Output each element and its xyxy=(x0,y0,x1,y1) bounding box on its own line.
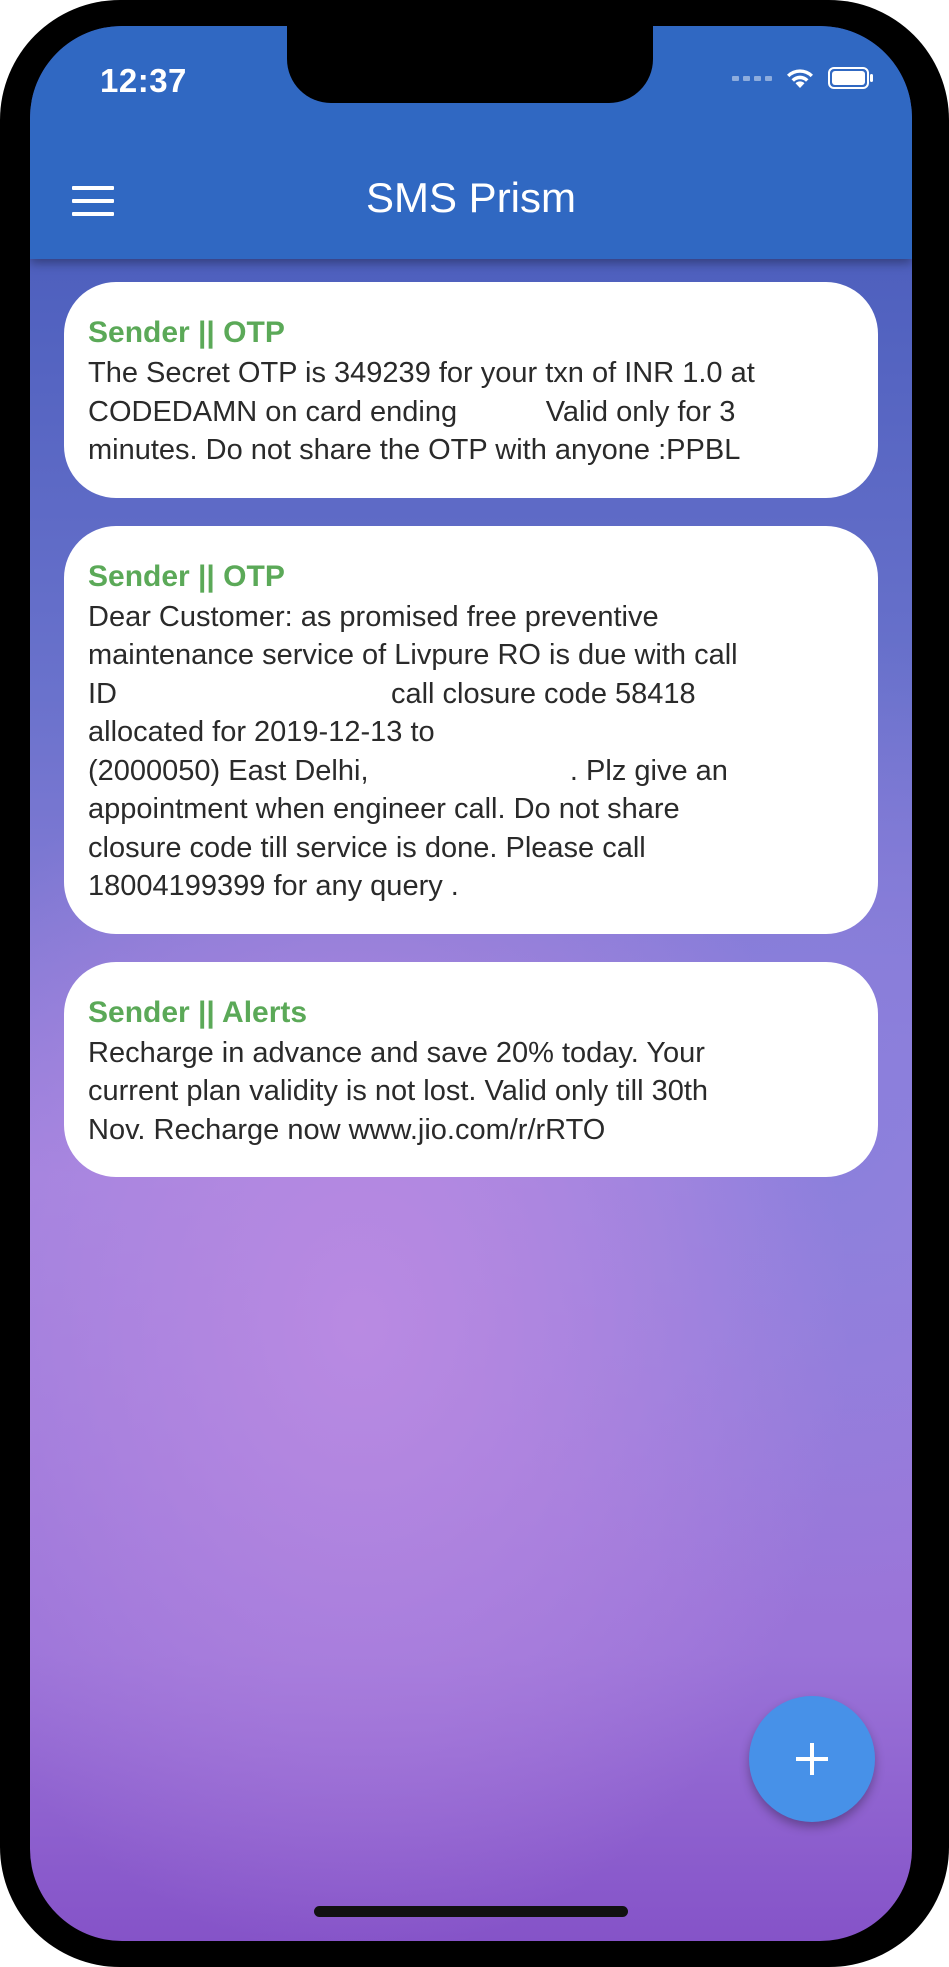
add-button[interactable] xyxy=(749,1696,875,1822)
message-body: Recharge in advance and save 20% today. … xyxy=(88,1036,709,1146)
message-sender: Sender || OTP xyxy=(88,316,285,349)
home-indicator[interactable] xyxy=(314,1906,628,1917)
plus-icon xyxy=(796,1743,828,1775)
message-card[interactable]: Sender || Alerts Recharge in advance and… xyxy=(64,961,878,1177)
message-body: Dear Customer: as promised free preventi… xyxy=(88,600,738,903)
cellular-signal-icon xyxy=(732,75,772,81)
message-card[interactable]: Sender || OTP Dear Customer: as promised… xyxy=(64,525,878,934)
app-screen: 12:37 SMS Prism Sender || OTP The Secret… xyxy=(30,26,912,1941)
device-notch xyxy=(287,26,653,103)
message-body: The Secret OTP is 349239 for your txn of… xyxy=(88,357,755,466)
message-sender: Sender || Alerts xyxy=(88,995,308,1029)
phone-frame: 12:37 SMS Prism Sender || OTP The Secret… xyxy=(0,0,949,1967)
wifi-icon xyxy=(787,69,813,88)
app-title: SMS Prism xyxy=(366,174,576,221)
app-bar: 12:37 SMS Prism xyxy=(30,26,912,259)
battery-icon xyxy=(828,67,873,89)
status-icons xyxy=(732,66,874,90)
message-card[interactable]: Sender || OTP The Secret OTP is 349239 f… xyxy=(64,282,878,498)
message-list: Sender || OTP The Secret OTP is 349239 f… xyxy=(64,282,878,1205)
message-sender: Sender || OTP xyxy=(88,559,285,593)
status-time: 12:37 xyxy=(100,62,187,99)
